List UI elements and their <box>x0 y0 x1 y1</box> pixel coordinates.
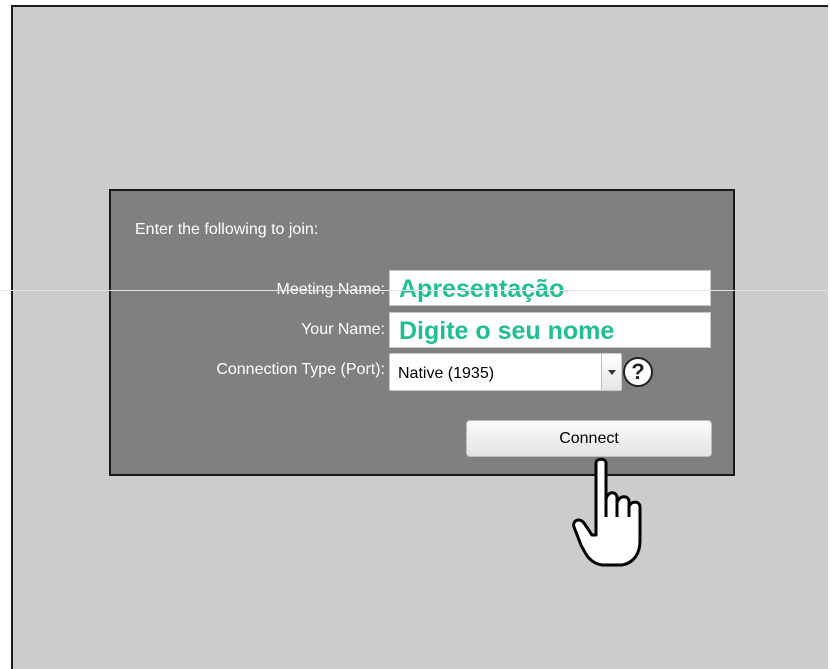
your-name-input[interactable] <box>389 312 711 348</box>
connection-type-label: Connection Type (Port): <box>216 361 385 378</box>
connection-type-value: Native (1935) <box>398 365 495 382</box>
hand-pointer-icon <box>572 457 642 567</box>
connect-button[interactable]: Connect <box>466 420 712 457</box>
meeting-name-input[interactable] <box>389 270 711 306</box>
connection-type-select[interactable]: Native (1935) <box>389 353 622 391</box>
question-icon[interactable]: ? <box>623 357 653 387</box>
your-name-label: Your Name: <box>301 321 385 338</box>
dialog-heading: Enter the following to join: <box>135 221 319 238</box>
join-dialog: Enter the following to join: Meeting Nam… <box>109 189 735 476</box>
chevron-down-icon[interactable] <box>601 354 621 390</box>
guide-line <box>0 290 830 291</box>
